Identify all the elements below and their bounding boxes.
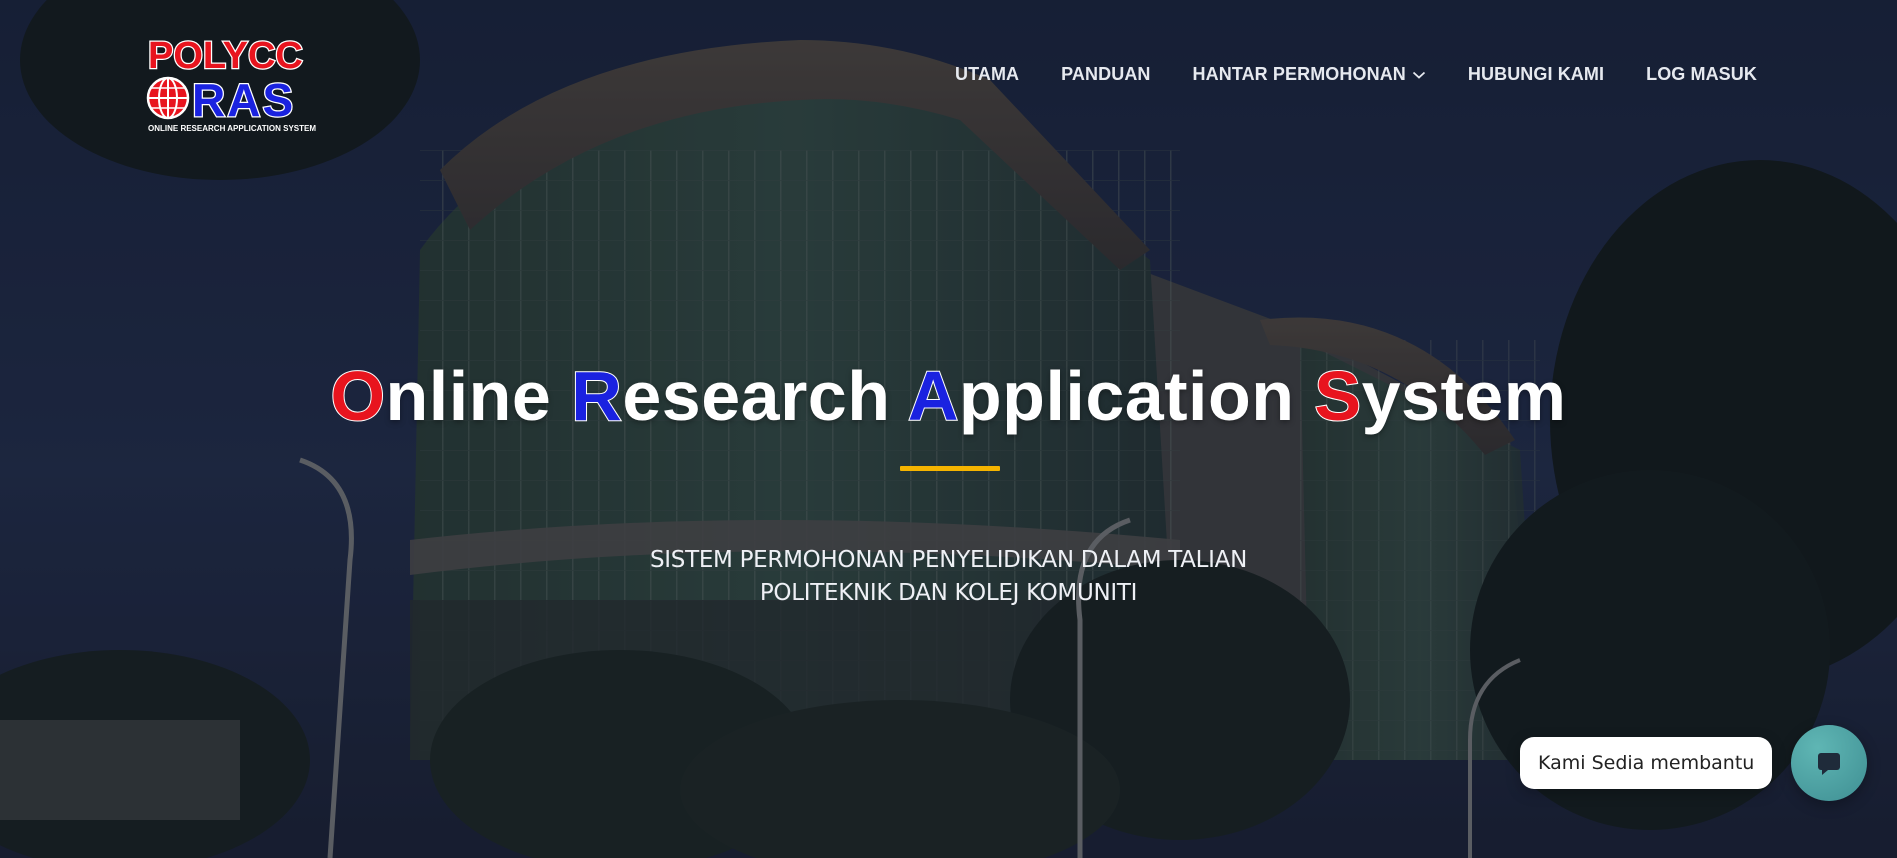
nav-item-log-masuk[interactable]: LOG MASUK <box>1646 64 1757 85</box>
chevron-down-icon <box>1412 71 1425 79</box>
logo-line2: RAS <box>192 74 295 126</box>
hero-section: POLYCC RAS ONLINE RESEARCH APPLICATION S… <box>0 0 1897 858</box>
chat-bubble-text: Kami Sedia membantu <box>1538 752 1755 774</box>
headline-cap-a: A <box>907 356 960 436</box>
subtitle-line: SISTEM PERMOHONAN PENYELIDIKAN DALAM TAL… <box>649 547 1248 573</box>
headline-text: pplication <box>958 357 1315 435</box>
logo-line1: POLYCC <box>148 35 303 77</box>
nav-item-utama[interactable]: UTAMA <box>955 64 1019 85</box>
nav-item-label: PANDUAN <box>1061 64 1151 84</box>
headline-cap-r: R <box>570 356 623 436</box>
nav-item-label: HUBUNGI KAMI <box>1467 64 1605 84</box>
chat-icon <box>1818 753 1840 775</box>
page-title: Online Research Application System <box>0 356 1897 436</box>
main-nav: UTAMA PANDUAN HANTAR PERMOHONAN HUBUNGI … <box>955 64 1757 85</box>
nav-item-panduan[interactable]: PANDUAN <box>1061 64 1150 85</box>
logo-tagline: ONLINE RESEARCH APPLICATION SYSTEM <box>148 124 316 133</box>
nav-item-label: UTAMA <box>955 64 1020 84</box>
nav-item-hantar-permohonan[interactable]: HANTAR PERMOHONAN <box>1193 64 1426 85</box>
nav-item-hubungi-kami[interactable]: HUBUNGI KAMI <box>1468 64 1604 85</box>
chat-greeting-bubble[interactable]: Kami Sedia membantu <box>1520 737 1773 789</box>
headline-cap-o: O <box>330 356 386 436</box>
nav-item-label: LOG MASUK <box>1646 64 1757 84</box>
title-divider <box>900 466 1000 471</box>
headline-text: ystem <box>1361 357 1567 435</box>
globe-icon <box>146 76 190 120</box>
headline-cap-s: S <box>1313 356 1362 436</box>
headline-text: esearch <box>622 357 908 435</box>
headline-text: nline <box>385 357 572 435</box>
subtitle-line: POLITEKNIK DAN KOLEJ KOMUNITI <box>759 580 1138 606</box>
polycc-oras-logo[interactable]: POLYCC RAS ONLINE RESEARCH APPLICATION S… <box>146 34 322 134</box>
hero-subtitle: SISTEM PERMOHONAN PENYELIDIKAN DALAM TAL… <box>0 544 1897 610</box>
chat-launcher-button[interactable] <box>1791 725 1867 801</box>
nav-item-label: HANTAR PERMOHONAN <box>1192 64 1406 84</box>
